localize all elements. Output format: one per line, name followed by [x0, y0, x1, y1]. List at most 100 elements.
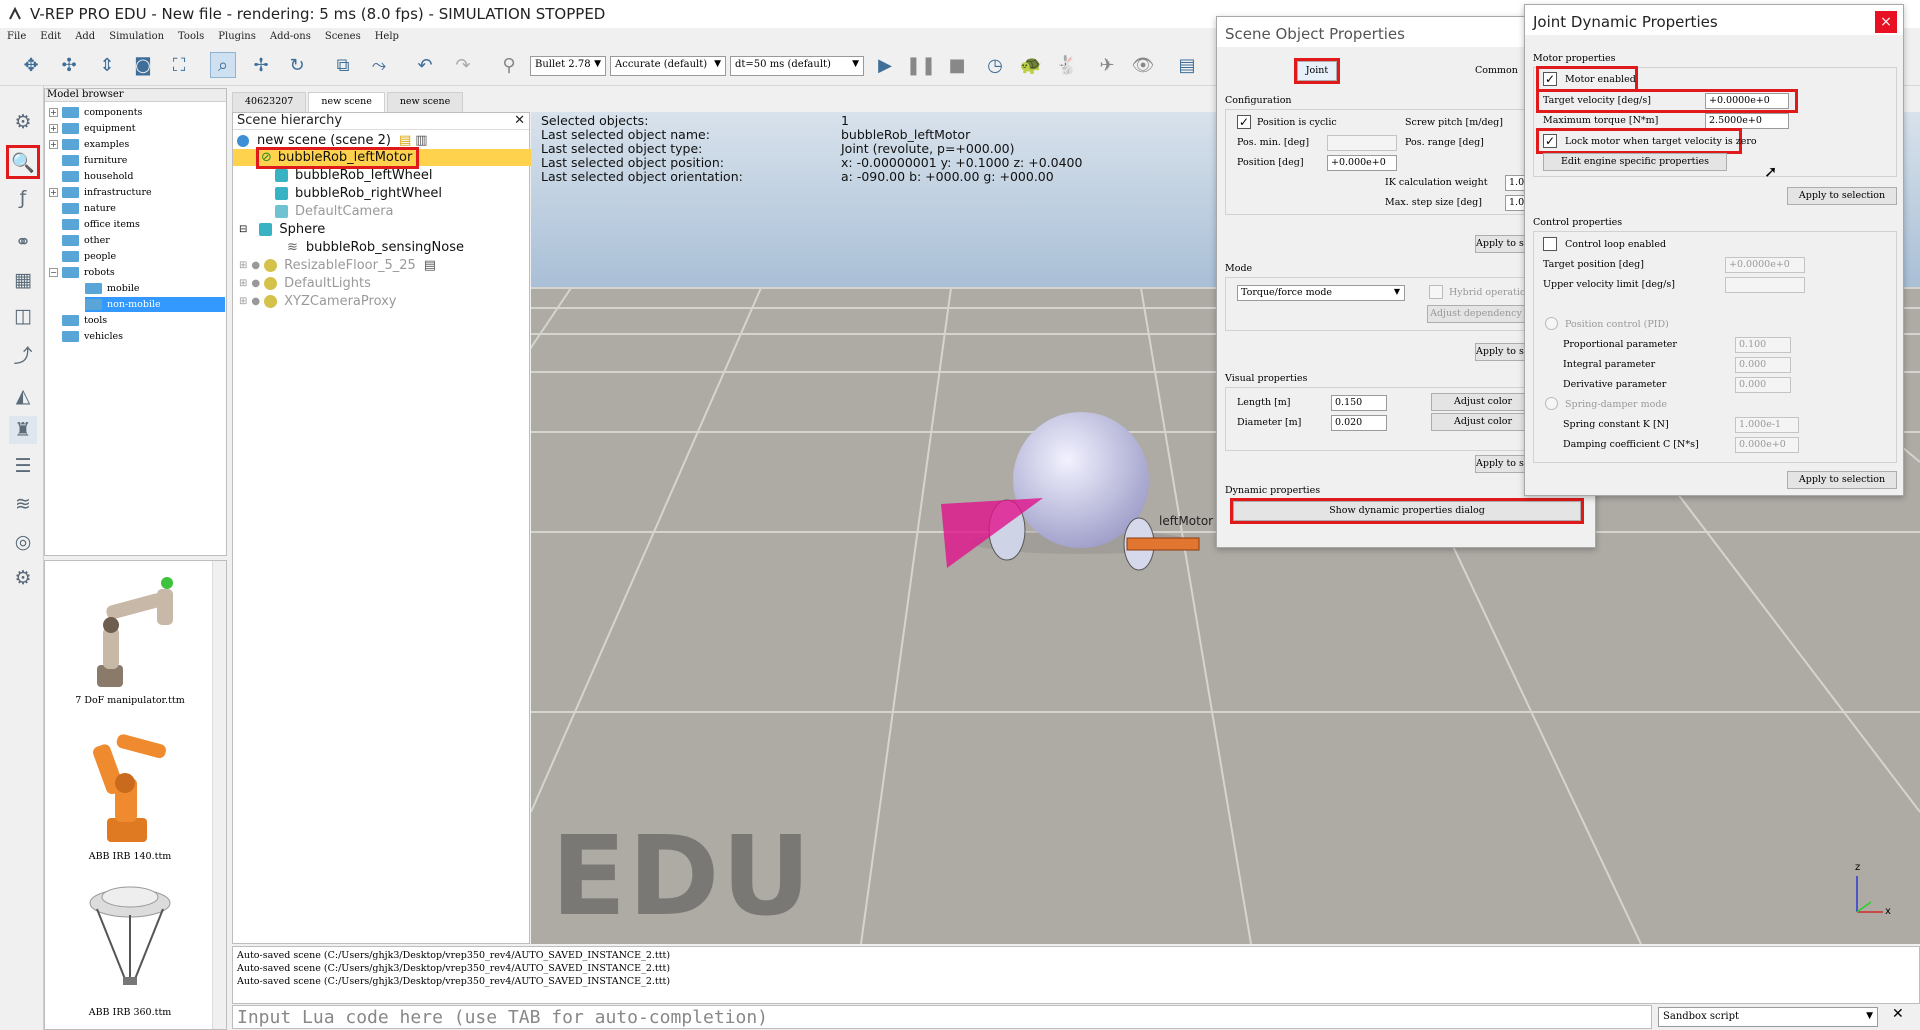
path-edit-icon[interactable]: ⤴	[9, 340, 37, 368]
adjust-color-a-button[interactable]: Adjust color	[1431, 393, 1535, 411]
tree-folder-tools[interactable]: tools	[62, 313, 107, 328]
hierarchy-item-sensingNose[interactable]: ≋ bubbleRob_sensingNose	[287, 239, 464, 256]
camera-angle-icon[interactable]: ◙	[130, 52, 156, 78]
tab-scene-2[interactable]: new scene	[308, 92, 385, 112]
scene-object-properties-icon[interactable]: 🔍	[6, 145, 40, 179]
menu-plugins[interactable]: Plugins	[211, 31, 263, 42]
menu-tools[interactable]: Tools	[171, 31, 211, 42]
hierarchy-item-sphere[interactable]: ⊟ Sphere	[239, 221, 325, 238]
hybrid-checkbox[interactable]	[1429, 285, 1443, 299]
assemble-icon[interactable]: ⧉	[330, 52, 356, 78]
tree-folder-robots[interactable]: − robots	[49, 265, 115, 280]
redo-icon[interactable]: ↷	[450, 52, 476, 78]
script-icon[interactable]: ▤	[399, 133, 411, 148]
hierarchy-item-defaultlights[interactable]: ⊞ ● DefaultLights	[239, 275, 371, 292]
tree-folder-other[interactable]: other	[62, 233, 110, 248]
undo-icon[interactable]: ↶	[412, 52, 438, 78]
pid-radio[interactable]	[1545, 317, 1558, 330]
stop-icon[interactable]: ■	[944, 52, 970, 78]
simulation-settings-icon[interactable]: ⚙	[9, 108, 37, 136]
tree-folder-vehicles[interactable]: vehicles	[62, 329, 123, 344]
slow-down-icon[interactable]: 🐢	[1018, 52, 1044, 78]
camera-pan-icon[interactable]: ✥	[18, 52, 44, 78]
speed-up-icon[interactable]: 🐇	[1054, 52, 1080, 78]
hierarchy-item-leftMotor[interactable]: ⊘ bubbleRob_leftMotor	[233, 146, 531, 169]
menu-simulation[interactable]: Simulation	[102, 31, 171, 42]
menu-file[interactable]: File	[0, 31, 33, 42]
layers-icon[interactable]: ≋	[9, 490, 37, 518]
camera-rotate-icon[interactable]: ✣	[56, 52, 82, 78]
hierarchy-item-defaultcamera[interactable]: DefaultCamera	[275, 203, 394, 220]
video-recorder-icon[interactable]: ◎	[9, 528, 37, 556]
target-velocity-field[interactable]: +0.0000e+0	[1705, 93, 1789, 109]
tree-folder-examples[interactable]: + examples	[49, 137, 129, 152]
mode-select[interactable]: Torque/force mode ▼	[1237, 285, 1405, 301]
tree-folder-household[interactable]: household	[62, 169, 133, 184]
upper-velocity-field[interactable]	[1725, 277, 1805, 293]
shape-edit-icon[interactable]: ◫	[9, 302, 37, 330]
thumb-abb-irb-360[interactable]: ABB IRB 360.ttm	[55, 879, 205, 1018]
p-param-field[interactable]: 0.100	[1735, 337, 1791, 353]
max-step-field[interactable]: 1.0	[1505, 195, 1525, 211]
damping-field[interactable]: 0.000e+0	[1735, 437, 1799, 453]
menu-scenes[interactable]: Scenes	[318, 31, 368, 42]
scene-object-properties-icon[interactable]: ▤	[1174, 52, 1200, 78]
thumb-7dof-manipulator[interactable]: 7 DoF manipulator.ttm	[55, 567, 205, 706]
tree-folder-components[interactable]: + components	[49, 105, 142, 120]
scene-hierarchy-icon[interactable]: ☰	[9, 452, 37, 480]
visualization-toggle-icon[interactable]: 👁	[1130, 52, 1156, 78]
ik-weight-field[interactable]: 1.0	[1505, 175, 1525, 191]
target-position-field[interactable]: +0.0000e+0	[1725, 257, 1805, 273]
adjust-color-b-button[interactable]: Adjust color	[1431, 413, 1535, 431]
tree-folder-furniture[interactable]: furniture	[62, 153, 127, 168]
close-icon[interactable]: ✕	[514, 113, 525, 129]
apply-control-button[interactable]: Apply to selection	[1787, 471, 1897, 489]
dynamics-toggle-icon[interactable]: ⚲	[496, 52, 522, 78]
adjust-dependency-button[interactable]: Adjust dependency	[1427, 305, 1525, 323]
script-icon[interactable]: ▤	[424, 258, 436, 273]
hierarchy-item-cameraproxy[interactable]: ⊞ ● XYZCameraProxy	[239, 293, 397, 310]
transfer-dna-icon[interactable]: ⤳	[366, 52, 392, 78]
tree-folder-non-mobile[interactable]: non-mobile	[85, 297, 225, 312]
menu-addons[interactable]: Add-ons	[263, 31, 318, 42]
object-shift-icon[interactable]: ✢	[248, 52, 274, 78]
max-torque-field[interactable]: 2.5000e+0	[1705, 113, 1789, 129]
spring-radio[interactable]	[1545, 397, 1558, 410]
show-dynamic-properties-button[interactable]: Show dynamic properties dialog	[1230, 498, 1584, 524]
d-param-field[interactable]: 0.000	[1735, 377, 1791, 393]
thumb-abb-irb-140[interactable]: ABB IRB 140.ttm	[55, 723, 205, 862]
script-list-icon[interactable]: ▥	[415, 133, 427, 148]
cyclic-checkbox[interactable]: ✓	[1237, 115, 1251, 129]
close-icon[interactable]: ✕	[1892, 1006, 1904, 1022]
control-loop-checkbox[interactable]	[1543, 237, 1557, 251]
apply-motor-button[interactable]: Apply to selection	[1787, 187, 1897, 205]
calculation-modules-icon[interactable]: ƒ	[9, 184, 37, 212]
script-mode-select[interactable]: Sandbox script ▼	[1658, 1007, 1878, 1027]
edit-engine-properties-button[interactable]: Edit engine specific properties	[1543, 153, 1727, 171]
i-param-field[interactable]: 0.000	[1735, 357, 1791, 373]
tab-scene-3[interactable]: new scene	[386, 92, 464, 112]
scripts-icon[interactable]: ▦	[9, 266, 37, 294]
motor-enabled-checkbox[interactable]: ✓	[1543, 72, 1557, 86]
tree-folder-equipment[interactable]: + equipment	[49, 121, 136, 136]
menu-help[interactable]: Help	[368, 31, 406, 42]
play-icon[interactable]: ▶	[872, 52, 898, 78]
pos-min-field[interactable]	[1327, 135, 1397, 151]
click-select-icon[interactable]: ⌕	[210, 52, 236, 78]
lua-command-input[interactable]: Input Lua code here (use TAB for auto-co…	[232, 1005, 1652, 1029]
menu-add[interactable]: Add	[68, 31, 102, 42]
hierarchy-item-leftWheel[interactable]: bubbleRob_leftWheel	[275, 167, 433, 184]
tree-folder-people[interactable]: people	[62, 249, 116, 264]
user-settings-icon[interactable]: ⚙	[9, 564, 37, 592]
hierarchy-root[interactable]: new scene (scene 2) ▤ ▥	[237, 132, 428, 149]
close-button[interactable]: ×	[1875, 11, 1897, 33]
hierarchy-item-floor[interactable]: ⊞ ● ResizableFloor_5_25 ▤	[239, 257, 436, 274]
hierarchy-item-rightWheel[interactable]: bubbleRob_rightWheel	[275, 185, 442, 202]
spring-k-field[interactable]: 1.000e-1	[1735, 417, 1799, 433]
timestep-select[interactable]: dt=50 ms (default) ▼	[730, 56, 864, 76]
collections-icon[interactable]: ⚭	[9, 228, 37, 256]
tab-common[interactable]: Common	[1475, 65, 1518, 76]
pause-icon[interactable]: ❚❚	[906, 52, 936, 78]
thread-rendering-icon[interactable]: ✈	[1094, 52, 1120, 78]
menu-edit[interactable]: Edit	[33, 31, 68, 42]
